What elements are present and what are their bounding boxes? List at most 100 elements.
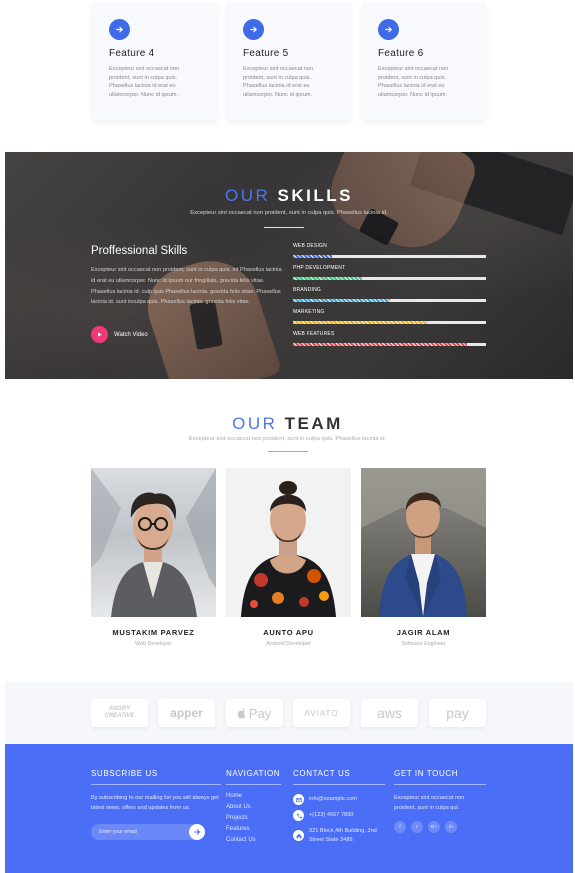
skill-bar: WEB DESIGN: [293, 243, 486, 265]
team-member-card[interactable]: AUNTO APU Android Developer: [226, 468, 351, 647]
skill-label: WEB DESIGN: [293, 243, 327, 249]
skills-section: OUR SKILLS Excepteur sint occaecat non p…: [5, 152, 573, 379]
skill-track: [293, 343, 486, 346]
brand-logo-aws[interactable]: aws: [361, 699, 418, 727]
brand-logo-aviato[interactable]: AVIATO: [293, 699, 350, 727]
skill-track: [293, 299, 486, 302]
skill-fill: [293, 321, 429, 324]
brand-label: apper: [170, 706, 203, 720]
contact-email[interactable]: info@example.com: [309, 794, 357, 804]
footer-nav: Home About Us Projects Features Contact …: [226, 791, 281, 846]
divider: [293, 784, 385, 785]
brand-logo-apple-pay[interactable]: Pay: [226, 699, 283, 727]
play-icon[interactable]: [91, 326, 108, 343]
brand-logo-apper[interactable]: apper: [158, 699, 215, 727]
get-in-touch-text: Excepteur sint occaecat non proident, su…: [394, 795, 465, 812]
feature-title: Feature 4: [109, 48, 155, 59]
contact-column: CONTACT US info@example.com +(123) 4567 …: [293, 769, 385, 844]
team-member-card[interactable]: JAGIR ALAM Software Engineer: [361, 468, 486, 647]
subscribe-column: SUBSCRIBE US By subscribing to our maili…: [91, 769, 221, 840]
social-links: f t G+ in: [394, 820, 486, 833]
brand-label: ANGRY CREATIVE: [104, 706, 135, 719]
skill-label: BRANDING: [293, 287, 321, 293]
nav-link-projects[interactable]: Projects: [226, 813, 281, 824]
member-photo[interactable]: [361, 468, 486, 617]
skill-fill: [293, 277, 363, 280]
contact-phone[interactable]: +(123) 4567 7890: [309, 810, 353, 820]
divider: [91, 784, 221, 785]
phone-icon: [293, 810, 304, 821]
subscribe-text: By subscribing to our mailing list you w…: [91, 795, 219, 812]
skill-fill: [293, 299, 390, 302]
skill-label: MARKETING: [293, 309, 325, 315]
divider: [226, 784, 281, 785]
feature-text: Excepteur sint occaecat non proident, su…: [109, 66, 180, 98]
apple-icon: [237, 707, 246, 718]
photo-illustration: [241, 481, 336, 617]
skill-track: [293, 321, 486, 324]
skill-label: WEB FEATURES: [293, 331, 335, 337]
home-icon: [293, 830, 304, 841]
skill-fill: [293, 255, 332, 258]
feature-card[interactable]: Feature 6 Excepteur sint occaecat non pr…: [362, 2, 486, 120]
member-photo[interactable]: [226, 468, 351, 617]
subscribe-submit-button[interactable]: [189, 823, 205, 840]
brands-section: ANGRY CREATIVE apper Pay AVIATO aws pay: [5, 682, 573, 744]
skill-bar: MARKETING: [293, 309, 486, 331]
contact-address-row: 321 Block,4th Building, 2nd Street State…: [293, 826, 385, 844]
brand-label: pay: [446, 705, 469, 721]
nav-link-home[interactable]: Home: [226, 791, 281, 802]
arrow-right-icon[interactable]: [378, 19, 399, 40]
skill-label: PHP DEVELOPMENT: [293, 265, 346, 271]
skill-bar: BRANDING: [293, 287, 486, 309]
member-role: Android Developer: [266, 641, 311, 647]
team-section: OUR TEAM Excepteur sint occaecat non pro…: [0, 379, 575, 682]
feature-card[interactable]: Feature 5 Excepteur sint occaecat non pr…: [227, 2, 351, 120]
watch-video-label[interactable]: Watch Video: [114, 332, 148, 338]
skills-title: OUR SKILLS: [5, 186, 573, 206]
nav-link-about[interactable]: About Us: [226, 802, 281, 813]
brand-logo-amazon-pay[interactable]: pay: [429, 699, 486, 727]
contact-address: 321 Block,4th Building, 2nd Street State…: [309, 828, 377, 843]
feature-title: Feature 5: [243, 48, 289, 59]
skill-track: [293, 277, 486, 280]
email-input[interactable]: [91, 823, 191, 840]
nav-link-contact[interactable]: Contact Us: [226, 835, 281, 846]
skills-title-accent: OUR: [225, 186, 271, 205]
get-in-touch-column: GET IN TOUCH Excepteur sint occaecat non…: [394, 769, 486, 833]
skill-bar: PHP DEVELOPMENT: [293, 265, 486, 287]
feature-text: Excepteur sint occaecat non proident, su…: [243, 66, 314, 98]
footer: SUBSCRIBE US By subscribing to our maili…: [5, 744, 573, 873]
team-subtitle: Excepteur sint occaecat non proident, su…: [188, 436, 387, 442]
professional-skills-text: Excepteur sint occaecat non proident, su…: [91, 267, 282, 306]
feature-card[interactable]: Feature 4 Excepteur sint occaecat non pr…: [93, 2, 217, 120]
professional-skills-heading: Proffessional Skills: [91, 245, 188, 257]
photo-illustration: [361, 468, 486, 617]
subscribe-heading: SUBSCRIBE US: [91, 769, 158, 778]
twitter-icon[interactable]: t: [411, 820, 423, 833]
skills-subtitle: Excepteur sint occaecat non proident, su…: [190, 210, 388, 216]
brand-logo-angry-creative[interactable]: ANGRY CREATIVE: [91, 699, 148, 727]
brand-label: AVIATO: [304, 708, 339, 718]
contact-phone-row: +(123) 4567 7890: [293, 810, 385, 821]
member-photo[interactable]: [91, 468, 216, 617]
contact-heading: CONTACT US: [293, 769, 351, 778]
linkedin-icon[interactable]: in: [445, 820, 457, 833]
skill-track: [293, 255, 486, 258]
features-section: Feature 4 Excepteur sint occaecat non pr…: [0, 0, 575, 152]
google-plus-icon[interactable]: G+: [428, 820, 440, 833]
arrow-right-icon[interactable]: [109, 19, 130, 40]
divider: [268, 451, 308, 452]
watch-video-button[interactable]: Watch Video: [91, 326, 148, 343]
arrow-right-icon[interactable]: [243, 19, 264, 40]
divider: [394, 784, 486, 785]
member-name: MUSTAKIM PARVEZ: [112, 628, 195, 637]
skills-title-main: SKILLS: [277, 186, 353, 205]
brand-label: aws: [377, 705, 402, 721]
facebook-icon[interactable]: f: [394, 820, 406, 833]
nav-link-features[interactable]: Features: [226, 824, 281, 835]
team-title: OUR TEAM: [0, 414, 575, 434]
email-form: [91, 823, 205, 840]
team-member-card[interactable]: MUSTAKIM PARVEZ Web Developer: [91, 468, 216, 647]
arrow-right-icon: [194, 829, 201, 835]
